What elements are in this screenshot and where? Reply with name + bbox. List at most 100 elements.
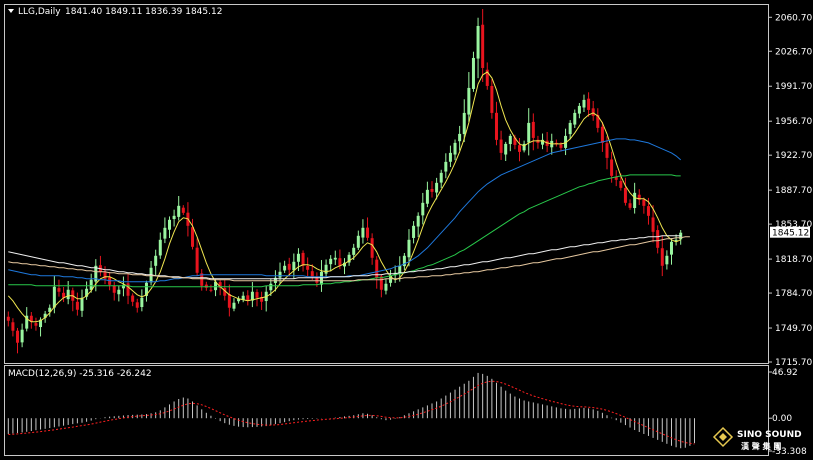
candle-body [591, 108, 595, 116]
candle-body [582, 99, 586, 108]
candle-body [20, 329, 24, 343]
candle-body [181, 207, 185, 213]
price-tick-label: 1887.70 [775, 186, 812, 196]
candle-body [439, 172, 443, 183]
candle-body [531, 121, 535, 138]
candle-body [508, 135, 512, 145]
logo-text-en: SINO SOUND [737, 430, 802, 440]
candle-body [177, 205, 181, 217]
candle-body [370, 238, 374, 258]
candle-body [66, 289, 70, 300]
chart-background [0, 0, 813, 460]
candle-body [287, 263, 291, 270]
candle-body [504, 143, 508, 155]
candle-body [16, 330, 20, 343]
candle-body [366, 227, 370, 238]
candle-body [660, 248, 664, 266]
candle-body [623, 188, 627, 203]
candle-body [467, 87, 471, 115]
candle-body [412, 225, 416, 238]
price-tick-label: 1922.70 [775, 151, 812, 161]
price-tick-label: 1818.70 [775, 255, 812, 265]
candle-body [195, 247, 199, 273]
candle-body [527, 122, 531, 143]
candle-body [329, 258, 333, 265]
candle-body [628, 203, 632, 208]
candle-body [642, 199, 646, 206]
symbol-label: LLG,Daily [18, 7, 61, 17]
candle-body [283, 265, 287, 271]
candle-body [407, 239, 411, 258]
candle-body [34, 323, 38, 326]
candle-body [559, 144, 563, 148]
candle-body [665, 255, 669, 265]
candle-body [656, 230, 660, 248]
candle-body [255, 292, 259, 298]
price-tick-label: 1991.70 [775, 82, 812, 92]
candle-body [568, 122, 572, 135]
candle-body [398, 265, 402, 274]
candle-body [379, 276, 383, 290]
candle-body [421, 202, 425, 216]
candle-body [227, 294, 231, 308]
candle-body [158, 239, 162, 256]
candle-body [140, 297, 144, 308]
macd-tick-label: 46.92 [772, 368, 798, 378]
price-tick-label: 1784.70 [775, 289, 812, 299]
candle-body [458, 133, 462, 142]
candle-body [121, 284, 125, 289]
last-price-label: 1845.12 [772, 229, 809, 239]
candle-body [292, 261, 296, 271]
candle-body [57, 288, 61, 292]
candle-body [448, 152, 452, 162]
candle-body [490, 86, 494, 113]
candle-body [494, 112, 498, 140]
trading-chart: LLG,Daily 1841.40 1849.11 1836.39 1845.1… [0, 0, 813, 460]
price-tick-label: 1749.70 [775, 324, 812, 334]
candle-body [471, 57, 475, 89]
candle-body [605, 143, 609, 158]
candle-body [610, 159, 614, 176]
candle-body [296, 253, 300, 262]
candle-body [476, 25, 480, 59]
price-tick-label: 2060.70 [775, 13, 812, 23]
macd-title: MACD(12,26,9) -25.316 -26.242 [8, 369, 152, 379]
candle-body [333, 257, 337, 260]
candle-body [669, 241, 673, 255]
candle-body [619, 181, 623, 188]
candle-body [384, 283, 388, 291]
candle-body [361, 227, 365, 238]
price-tick-label: 1956.70 [775, 117, 812, 127]
last-price-marker: 1845.12 [770, 226, 810, 239]
candle-body [600, 126, 604, 143]
candle-body [112, 285, 116, 293]
macd-tick-label: 0.00 [772, 414, 792, 424]
candle-body [131, 295, 135, 302]
candle-body [154, 255, 158, 266]
candle-body [356, 235, 360, 248]
candle-body [246, 295, 250, 301]
candle-body [453, 142, 457, 155]
candle-body [462, 112, 466, 135]
candle-body [499, 139, 503, 153]
candle-body [577, 105, 581, 114]
candle-body [209, 289, 213, 291]
price-tick-label: 1715.70 [775, 358, 812, 368]
candle-body [352, 247, 356, 255]
candle-body [481, 24, 485, 68]
candle-body [646, 206, 650, 216]
candle-body [6, 316, 10, 321]
candle-body [163, 227, 167, 239]
candle-body [633, 192, 637, 209]
price-tick-label: 2026.70 [775, 47, 812, 57]
candle-body [306, 265, 310, 270]
candle-body [278, 271, 282, 278]
candle-body [301, 252, 305, 266]
candle-body [651, 217, 655, 232]
candle-body [416, 215, 420, 227]
candle-body [75, 301, 79, 310]
candle-body [117, 289, 121, 295]
candle-body [11, 322, 15, 331]
logo-text-cn: 漢 聲 集 團 [741, 441, 781, 451]
candle-body [338, 258, 342, 266]
